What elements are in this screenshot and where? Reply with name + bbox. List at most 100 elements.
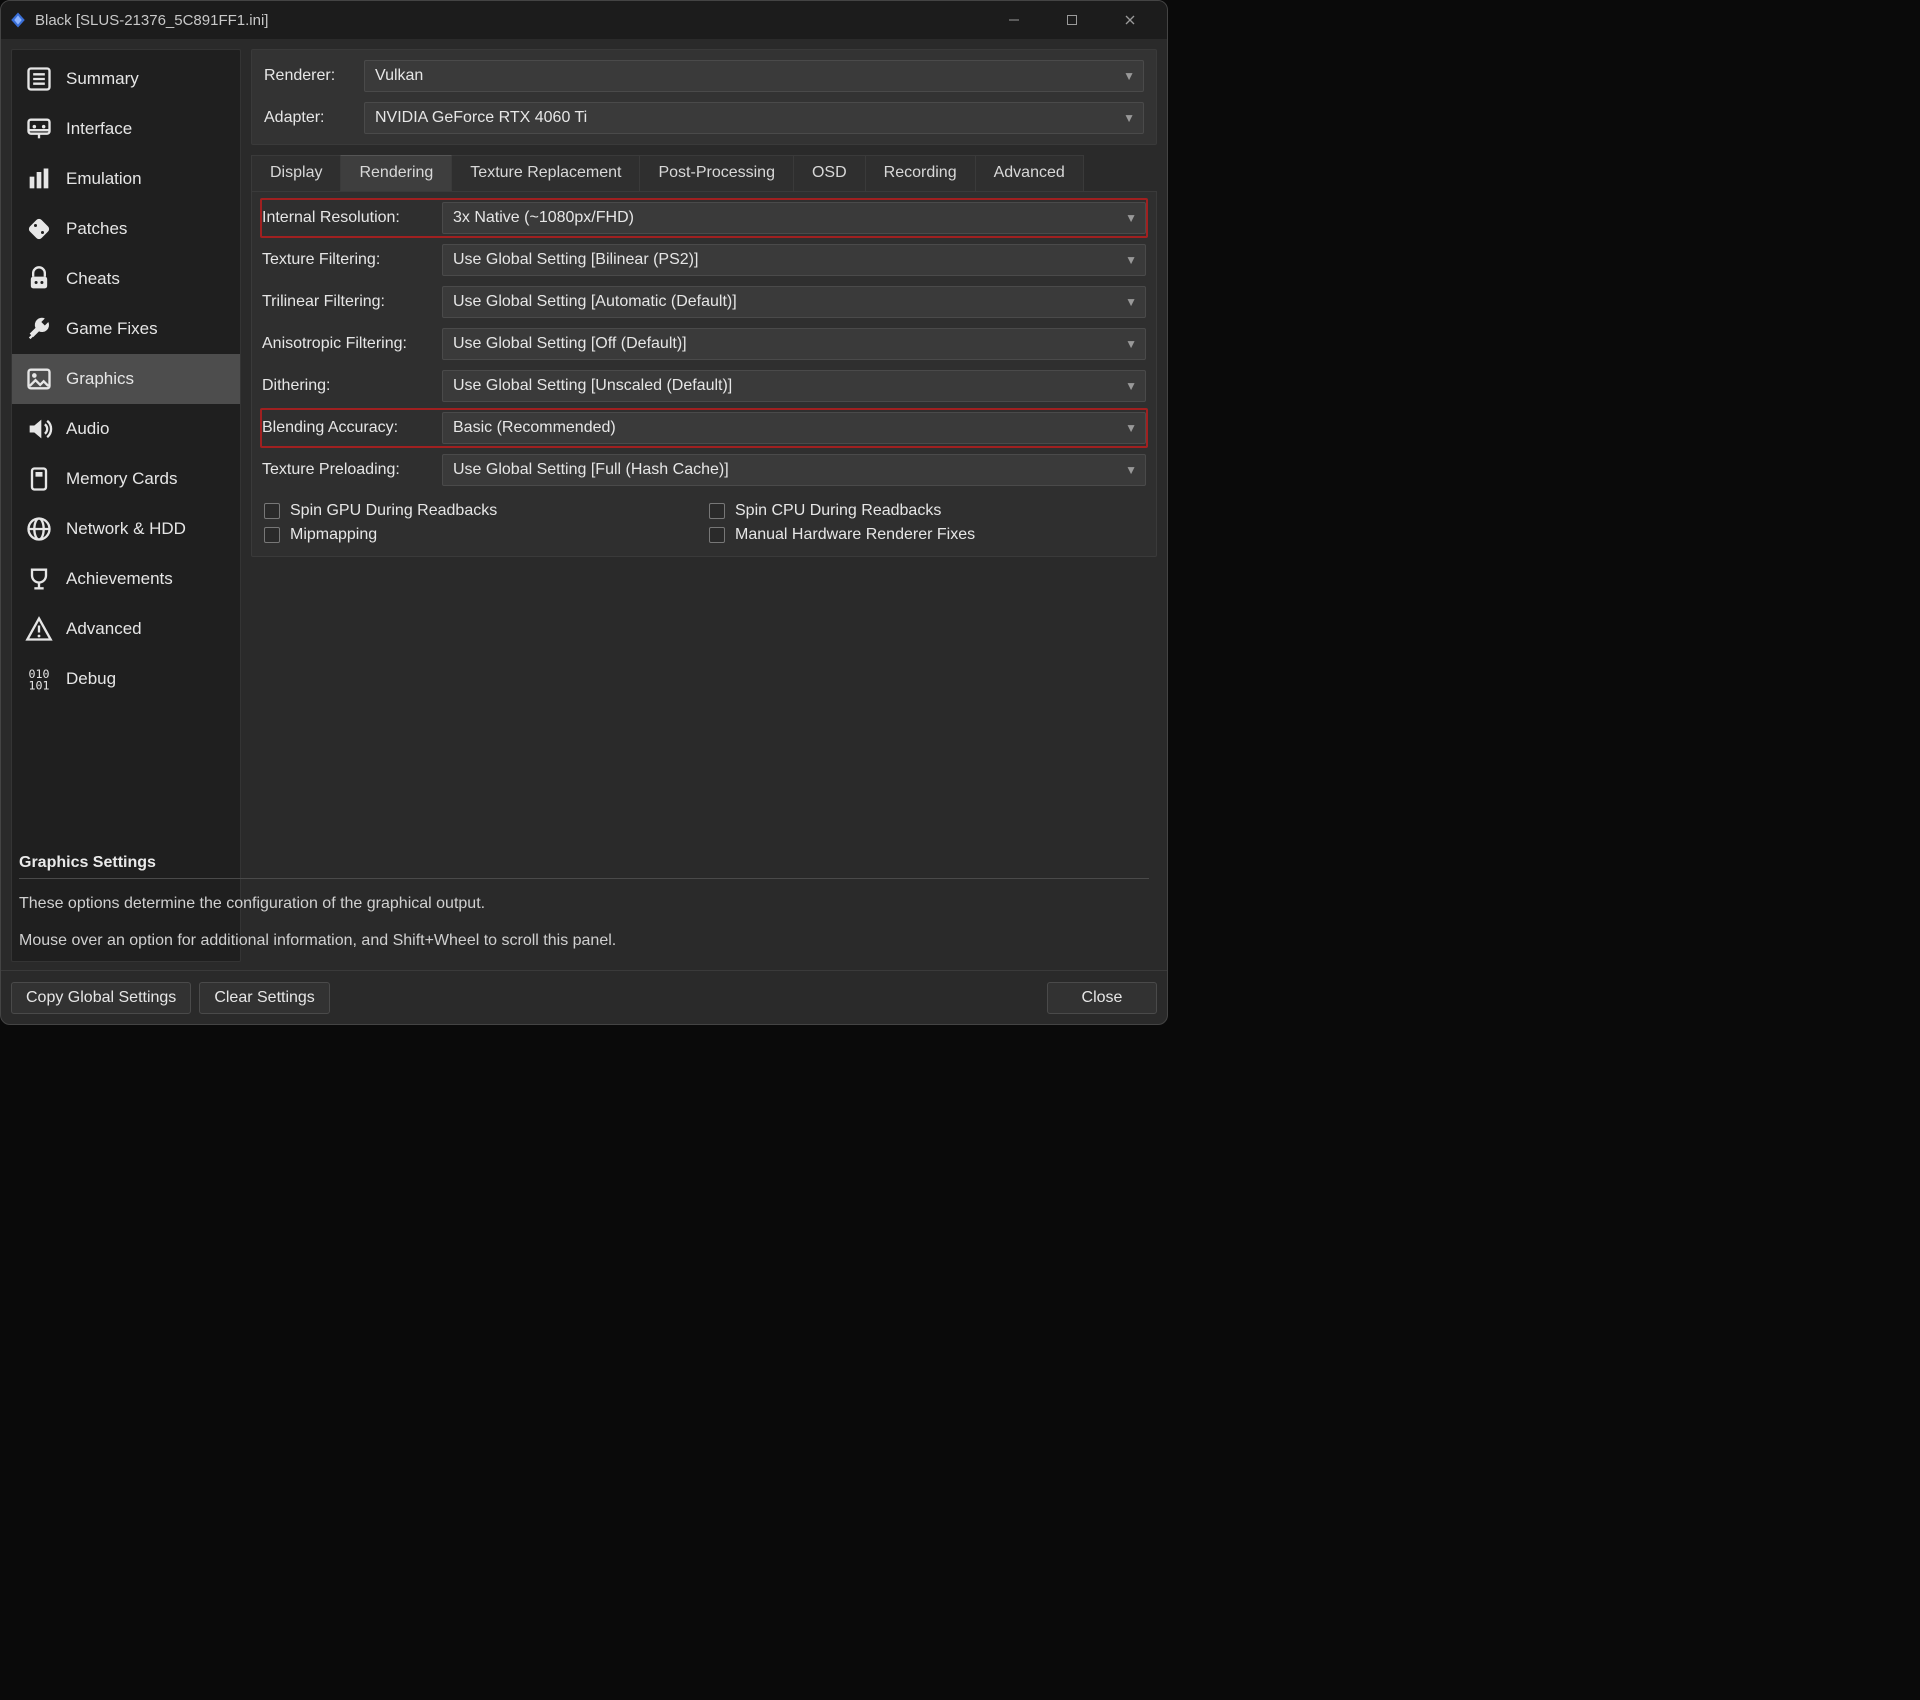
adapter-label: Adapter: xyxy=(264,109,354,127)
adapter-select[interactable]: NVIDIA GeForce RTX 4060 Ti ▼ xyxy=(364,102,1144,134)
titlebar: Black [SLUS-21376_5C891FF1.ini] xyxy=(1,1,1167,39)
trilinear-filtering-label: Trilinear Filtering: xyxy=(262,293,432,311)
adapter-value: NVIDIA GeForce RTX 4060 Ti xyxy=(375,109,587,127)
app-icon xyxy=(9,11,27,29)
chk-spin-cpu[interactable]: Spin CPU During Readbacks xyxy=(709,502,1144,520)
dithering-label: Dithering: xyxy=(262,377,432,395)
tab-recording[interactable]: Recording xyxy=(865,155,976,191)
sidebar-item-label: Patches xyxy=(66,219,127,239)
sidebar-item-debug[interactable]: 010101 Debug xyxy=(12,654,240,704)
checkbox-icon xyxy=(264,503,280,519)
sidebar-item-network[interactable]: Network & HDD xyxy=(12,504,240,554)
anisotropic-filtering-select[interactable]: Use Global Setting [Off (Default)] ▼ xyxy=(442,328,1146,360)
help-line2: Mouse over an option for additional info… xyxy=(19,930,1149,952)
sidebar-item-patches[interactable]: Patches xyxy=(12,204,240,254)
chk-manual-hw-fixes[interactable]: Manual Hardware Renderer Fixes xyxy=(709,526,1144,544)
help-panel: Graphics Settings These options determin… xyxy=(11,848,1157,970)
renderer-select[interactable]: Vulkan ▼ xyxy=(364,60,1144,92)
settings-window: Black [SLUS-21376_5C891FF1.ini] Summary … xyxy=(0,0,1168,1025)
sidebar-item-label: Interface xyxy=(66,119,132,139)
cheats-icon xyxy=(24,264,54,294)
sidebar-item-achievements[interactable]: Achievements xyxy=(12,554,240,604)
rendering-panel: Internal Resolution: 3x Native (~1080px/… xyxy=(251,192,1157,557)
debug-icon: 010101 xyxy=(24,664,54,694)
dithering-select[interactable]: Use Global Setting [Unscaled (Default)] … xyxy=(442,370,1146,402)
sidebar-item-graphics[interactable]: Graphics xyxy=(12,354,240,404)
tab-advanced[interactable]: Advanced xyxy=(975,155,1084,191)
sidebar-item-label: Audio xyxy=(66,419,109,439)
minimize-button[interactable] xyxy=(985,1,1043,39)
help-line1: These options determine the configuratio… xyxy=(19,893,1149,915)
sidebar-item-cheats[interactable]: Cheats xyxy=(12,254,240,304)
graphics-tabs-container: Display Rendering Texture Replacement Po… xyxy=(251,155,1157,557)
sidebar-item-label: Game Fixes xyxy=(66,319,158,339)
graphics-tabs: Display Rendering Texture Replacement Po… xyxy=(251,155,1157,192)
sidebar-item-emulation[interactable]: Emulation xyxy=(12,154,240,204)
tab-texture-replacement[interactable]: Texture Replacement xyxy=(451,155,640,191)
row-internal-resolution: Internal Resolution: 3x Native (~1080px/… xyxy=(260,198,1148,238)
sidebar-item-label: Emulation xyxy=(66,169,142,189)
sidebar-item-label: Memory Cards xyxy=(66,469,177,489)
close-button-bottom[interactable]: Close xyxy=(1047,982,1157,1014)
chevron-down-icon: ▼ xyxy=(1125,295,1137,309)
emulation-icon xyxy=(24,164,54,194)
memorycards-icon xyxy=(24,464,54,494)
row-dithering: Dithering: Use Global Setting [Unscaled … xyxy=(260,366,1148,406)
chk-spin-gpu[interactable]: Spin GPU During Readbacks xyxy=(264,502,699,520)
window-title: Black [SLUS-21376_5C891FF1.ini] xyxy=(35,12,268,29)
checkbox-icon xyxy=(709,527,725,543)
sidebar-item-gamefixes[interactable]: Game Fixes xyxy=(12,304,240,354)
summary-icon xyxy=(24,64,54,94)
tab-osd[interactable]: OSD xyxy=(793,155,866,191)
renderer-adapter-group: Renderer: Vulkan ▼ Adapter: NVIDIA GeFor… xyxy=(251,49,1157,145)
maximize-button[interactable] xyxy=(1043,1,1101,39)
sidebar-item-label: Cheats xyxy=(66,269,120,289)
svg-text:101: 101 xyxy=(29,679,50,693)
internal-resolution-select[interactable]: 3x Native (~1080px/FHD) ▼ xyxy=(442,202,1146,234)
tab-rendering[interactable]: Rendering xyxy=(340,155,452,191)
checkbox-icon xyxy=(264,527,280,543)
texture-preloading-select[interactable]: Use Global Setting [Full (Hash Cache)] ▼ xyxy=(442,454,1146,486)
anisotropic-filtering-label: Anisotropic Filtering: xyxy=(262,335,432,353)
blending-accuracy-select[interactable]: Basic (Recommended) ▼ xyxy=(442,412,1146,444)
sidebar-item-label: Achievements xyxy=(66,569,173,589)
sidebar-item-advanced[interactable]: Advanced xyxy=(12,604,240,654)
clear-settings-button[interactable]: Clear Settings xyxy=(199,982,330,1014)
tab-display[interactable]: Display xyxy=(251,155,341,191)
interface-icon xyxy=(24,114,54,144)
close-button[interactable] xyxy=(1101,1,1159,39)
row-texture-preloading: Texture Preloading: Use Global Setting [… xyxy=(260,450,1148,490)
renderer-label: Renderer: xyxy=(264,67,354,85)
bottom-bar: Copy Global Settings Clear Settings Clos… xyxy=(1,970,1167,1024)
trilinear-filtering-select[interactable]: Use Global Setting [Automatic (Default)]… xyxy=(442,286,1146,318)
sidebar-item-interface[interactable]: Interface xyxy=(12,104,240,154)
sidebar-item-summary[interactable]: Summary xyxy=(12,54,240,104)
texture-filtering-label: Texture Filtering: xyxy=(262,251,432,269)
texture-filtering-select[interactable]: Use Global Setting [Bilinear (PS2)] ▼ xyxy=(442,244,1146,276)
chevron-down-icon: ▼ xyxy=(1123,69,1135,83)
gamefixes-icon xyxy=(24,314,54,344)
chevron-down-icon: ▼ xyxy=(1125,211,1137,225)
chevron-down-icon: ▼ xyxy=(1123,111,1135,125)
sidebar-item-memorycards[interactable]: Memory Cards xyxy=(12,454,240,504)
row-anisotropic-filtering: Anisotropic Filtering: Use Global Settin… xyxy=(260,324,1148,364)
sidebar-item-label: Graphics xyxy=(66,369,134,389)
chevron-down-icon: ▼ xyxy=(1125,253,1137,267)
sidebar-item-audio[interactable]: Audio xyxy=(12,404,240,454)
patches-icon xyxy=(24,214,54,244)
copy-global-settings-button[interactable]: Copy Global Settings xyxy=(11,982,191,1014)
chevron-down-icon: ▼ xyxy=(1125,337,1137,351)
sidebar-item-label: Debug xyxy=(66,669,116,689)
advanced-icon xyxy=(24,614,54,644)
rendering-checkboxes: Spin GPU During Readbacks Spin CPU Durin… xyxy=(260,502,1148,544)
sidebar: Summary Interface Emulation Patches Chea… xyxy=(11,49,241,962)
renderer-value: Vulkan xyxy=(375,67,423,85)
chk-mipmapping[interactable]: Mipmapping xyxy=(264,526,699,544)
row-trilinear-filtering: Trilinear Filtering: Use Global Setting … xyxy=(260,282,1148,322)
sidebar-item-label: Advanced xyxy=(66,619,142,639)
chevron-down-icon: ▼ xyxy=(1125,379,1137,393)
texture-preloading-label: Texture Preloading: xyxy=(262,461,432,479)
network-icon xyxy=(24,514,54,544)
tab-post-processing[interactable]: Post-Processing xyxy=(639,155,794,191)
chevron-down-icon: ▼ xyxy=(1125,463,1137,477)
